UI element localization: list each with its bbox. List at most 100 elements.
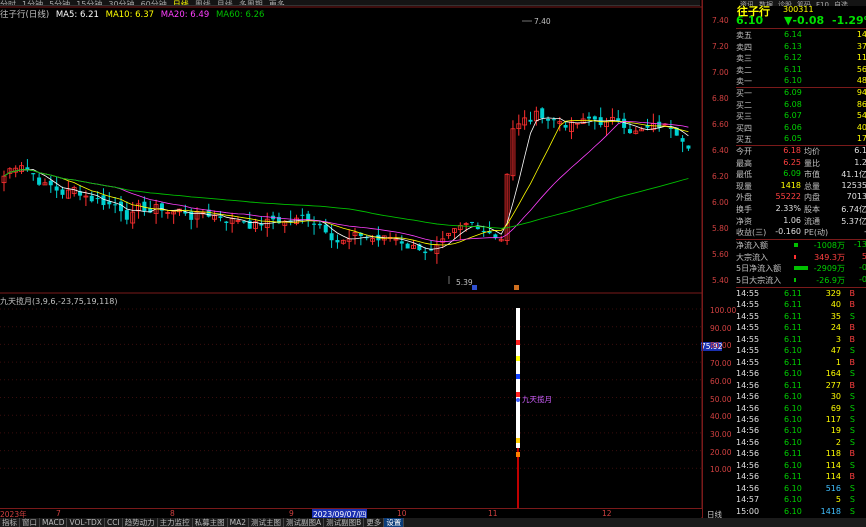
flow-pct: -13	[853, 240, 866, 249]
tick-side: S	[849, 403, 855, 413]
tick-price: 6.11	[784, 357, 802, 367]
info-label: 换手	[736, 205, 752, 214]
indicator-tab[interactable]: 窗口	[20, 518, 40, 527]
tick-price: 6.11	[784, 289, 802, 298]
info-value: 6.1	[854, 146, 866, 155]
ask-row: 卖二 6.11 56	[736, 65, 866, 77]
tick-time: 14:55	[736, 346, 760, 356]
ma10-value: MA10: 6.37	[105, 10, 155, 20]
tick-row: 14:57 6.10 5 S	[736, 495, 866, 507]
ask-volume: 14	[856, 30, 866, 39]
ma20-value: MA20: 6.49	[160, 10, 210, 20]
tick-volume: 329	[825, 289, 841, 298]
indicator-tab[interactable]: 测试主图	[249, 518, 285, 527]
tick-volume: 40	[830, 300, 841, 310]
candle-body	[528, 119, 533, 122]
ma20-line	[3, 120, 689, 243]
flow-bar	[794, 243, 798, 247]
chart-title: 往子行(日线)	[0, 10, 50, 20]
tick-time: 14:56	[736, 426, 760, 436]
candle-body	[142, 201, 147, 212]
indicator-tab[interactable]: 更多	[364, 518, 385, 527]
candle-body	[399, 241, 404, 244]
tick-volume: 1	[835, 357, 841, 367]
ask-label: 卖二	[736, 65, 752, 75]
info-row: 现量 1418 总量 12535	[736, 181, 866, 193]
tick-row: 14:56 6.10 19 S	[736, 426, 866, 438]
ask-volume: 56	[856, 64, 866, 74]
indicator-tab[interactable]: 私募主图	[193, 518, 228, 527]
info-label: 净资	[736, 216, 752, 226]
tick-volume: 5	[835, 495, 841, 505]
date-bar: 2023年 7 8 9 10 11 12 2023/09/07/四	[0, 508, 702, 520]
tick-price: 6.11	[784, 380, 802, 390]
separator	[736, 287, 866, 288]
tick-price: 6.10	[784, 460, 802, 470]
info-value: 7013	[846, 192, 866, 202]
last-price: 6.10	[736, 14, 764, 27]
info-value: 55222	[775, 192, 801, 202]
candle-body	[335, 240, 340, 243]
tick-volume: 118	[825, 449, 841, 459]
tick-side: S	[849, 392, 855, 402]
tick-price: 6.10	[784, 483, 802, 493]
tick-time: 15:00	[736, 506, 760, 516]
tick-side: S	[849, 414, 855, 424]
price-change: ▼-0.08	[784, 14, 825, 27]
info-label: 现量	[736, 181, 752, 191]
tick-volume: 19	[830, 426, 841, 436]
tick-time: 14:56	[736, 369, 760, 379]
info-value: 6.25	[783, 157, 801, 167]
tick-side: B	[849, 472, 856, 482]
candle-body	[218, 216, 223, 218]
kline-header: 往子行(日线) MA5: 6.21 MA10: 6.37 MA20: 6.49 …	[0, 8, 268, 20]
tick-side: S	[849, 369, 855, 379]
candle-body	[546, 118, 551, 121]
tick-price: 6.10	[784, 495, 802, 505]
tick-side: B	[849, 289, 856, 298]
bid-volume: 54	[856, 111, 866, 120]
tick-row: 15:00 6.10 1418 S	[736, 507, 866, 519]
ask-price: 6.12	[784, 53, 802, 62]
indicator-tab[interactable]: VOL-TDX	[67, 518, 105, 527]
indicator-tab[interactable]: 测试副图B	[324, 518, 365, 527]
candle-body	[31, 173, 36, 175]
flow-row: 净流入额 -1008万 -13	[736, 240, 866, 252]
info-label: PE(动)	[804, 228, 829, 238]
indicator-segment	[516, 356, 520, 361]
indicator-tab[interactable]: 测试副图A	[284, 518, 325, 527]
indicator-tab[interactable]: CCI	[105, 518, 123, 527]
indicator-tab[interactable]: MACD	[40, 518, 68, 527]
ask-label: 卖四	[736, 42, 752, 52]
tick-volume: 3	[835, 334, 841, 344]
tick-volume: 47	[830, 346, 841, 356]
tick-time: 14:56	[736, 449, 760, 459]
tick-side: S	[849, 346, 855, 356]
tick-volume: 2	[835, 437, 841, 447]
tick-time: 14:55	[736, 357, 760, 367]
flow-pct: 5	[861, 251, 866, 261]
date-tick: 12	[602, 509, 612, 518]
info-label: 均价	[804, 147, 820, 156]
candle-body	[124, 210, 129, 220]
tick-row: 14:56 6.10 516 S	[736, 484, 866, 496]
flow-value: -2909万	[813, 264, 845, 274]
candle-body	[657, 121, 662, 128]
tick-row: 14:55 6.11 329 B	[736, 289, 866, 301]
indicator-tab[interactable]: MA2	[228, 518, 250, 527]
flow-bar	[794, 254, 796, 259]
tick-price: 6.10	[784, 346, 802, 356]
indicator-tab[interactable]: 趋势动力	[123, 518, 158, 527]
indicator-tab[interactable]: 指标	[0, 518, 20, 527]
flow-bar	[794, 266, 808, 271]
tick-time: 14:55	[736, 300, 760, 310]
ask-price: 6.13	[784, 41, 802, 51]
ma60-value: MA60: 6.26	[215, 10, 265, 20]
info-label: 外盘	[736, 193, 752, 203]
tick-volume: 117	[825, 414, 841, 424]
flow-pct: -0	[859, 263, 866, 273]
indicator-tab[interactable]: 主力监控	[158, 518, 193, 527]
ma10-line	[3, 119, 689, 246]
ask-label: 卖三	[736, 54, 752, 63]
indicator-tab[interactable]: 设置	[384, 518, 405, 527]
